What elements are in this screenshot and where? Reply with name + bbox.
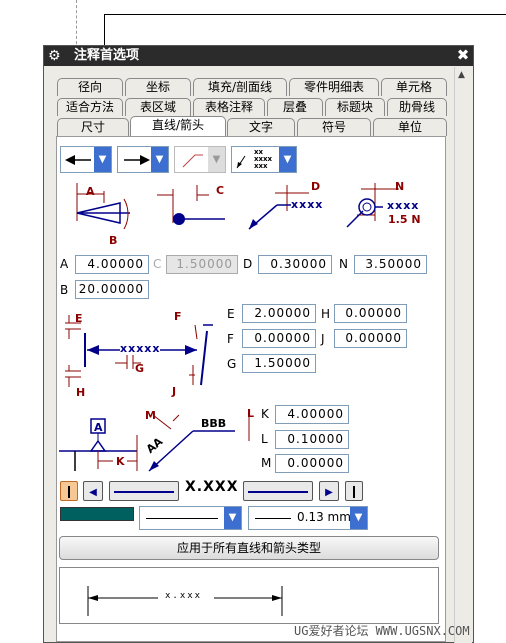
dim-letter-g: G: [135, 362, 145, 375]
line-segment-icon: [114, 490, 174, 493]
right-arrow-type-select[interactable]: ▼: [117, 146, 169, 173]
dim-letter-e: E: [75, 312, 83, 325]
preview-text: x.xxx: [165, 591, 203, 601]
label-c: C: [153, 257, 162, 271]
arrow-left-icon: ◀: [89, 487, 97, 498]
sample-text-xxxx: xxxx: [291, 198, 324, 211]
field-k[interactable]: 4.00000: [275, 405, 349, 424]
field-c: 1.50000: [166, 255, 238, 274]
leader-text-sample: xx xxxx xxx: [254, 148, 273, 170]
leader-text-position-select[interactable]: xx xxxx xxx ▼: [231, 146, 297, 173]
label-g: G: [227, 357, 237, 371]
leader-style-select: ▼: [174, 146, 226, 173]
dim-letter-h: H: [76, 386, 86, 399]
left-arrow-type-select[interactable]: ▼: [60, 146, 112, 173]
extension-line-illustration: [65, 315, 213, 387]
dim-letter-d: D: [311, 180, 321, 193]
datum-box-label: A: [94, 421, 103, 434]
chevron-down-icon[interactable]: ▼: [94, 147, 111, 172]
sample-text-xxxxx: xxxxx: [120, 342, 161, 355]
line-arrow-panel: ▼ ▼ ▼ xx xxxx xxx ▼ A B C D xxxx N xxxx …: [43, 45, 474, 643]
dim-letter-half-n: 1.5 N: [388, 213, 421, 226]
line-width-sample-icon: [255, 518, 291, 519]
field-h[interactable]: 0.00000: [334, 304, 407, 323]
field-j[interactable]: 0.00000: [334, 329, 407, 348]
leader-line-vertical: [104, 14, 105, 46]
label-k: K: [261, 407, 269, 421]
line-font-select[interactable]: ▼: [139, 506, 242, 530]
field-e[interactable]: 2.00000: [242, 304, 316, 323]
dim-letter-a: A: [86, 185, 95, 198]
dim-letter-b: B: [109, 234, 118, 247]
field-g[interactable]: 1.50000: [242, 354, 316, 373]
chevron-down-icon[interactable]: ▼: [350, 507, 367, 529]
label-l: L: [261, 432, 268, 446]
leader-bend-icon: [182, 154, 203, 168]
tab-line-arrow[interactable]: 直线/箭头: [130, 116, 226, 136]
dim-letter-k: K: [116, 455, 125, 468]
label-a: A: [60, 257, 69, 271]
solid-line-icon: [146, 518, 218, 519]
arrow-right-icon: ▶: [325, 487, 333, 498]
dim-format-text: X.XXX: [185, 479, 239, 495]
field-n[interactable]: 3.50000: [354, 255, 427, 274]
label-n: N: [339, 257, 348, 271]
dim-letter-j: J: [172, 385, 177, 398]
chevron-down-icon[interactable]: ▼: [279, 147, 296, 172]
label-m: M: [261, 456, 272, 470]
right-dim-line-toggle[interactable]: [243, 481, 313, 501]
arrow-angle-illustration: [76, 183, 130, 230]
field-f[interactable]: 0.00000: [242, 329, 316, 348]
chevron-down-icon[interactable]: ▼: [224, 507, 241, 529]
line-width-select[interactable]: 0.13 mm ▼: [248, 506, 368, 530]
dim-letter-f: F: [174, 310, 182, 323]
sample-text-xxxx-2: xxxx: [387, 199, 420, 212]
dim-letter-c: C: [216, 184, 225, 197]
label-h: H: [321, 307, 331, 321]
apply-to-all-lines-arrows-button[interactable]: 应用于所有直线和箭头类型: [59, 536, 439, 560]
dim-letter-m: M: [145, 409, 156, 422]
line-segment-icon: [248, 490, 308, 493]
left-extension-toggle[interactable]: [60, 481, 78, 501]
extension-bar-icon: [68, 485, 70, 498]
chevron-down-icon: ▼: [208, 147, 225, 172]
watermark-text: UG爱好者论坛 WWW.UGSNX.COM: [294, 624, 470, 638]
label-f: F: [227, 332, 234, 346]
label-d: D: [243, 257, 253, 271]
line-width-value: 0.13 mm: [297, 510, 351, 524]
label-j: J: [321, 332, 325, 346]
dim-letter-l: L: [247, 407, 255, 420]
left-dim-line-toggle[interactable]: [109, 481, 179, 501]
extension-bar-icon: [353, 485, 355, 498]
right-extension-toggle[interactable]: [345, 481, 363, 501]
field-m[interactable]: 0.00000: [275, 454, 349, 473]
color-swatch[interactable]: [60, 507, 134, 521]
left-arrow-toggle[interactable]: ◀: [83, 481, 103, 501]
right-arrow-icon: [124, 155, 150, 165]
left-arrow-icon: [65, 155, 91, 165]
chevron-down-icon[interactable]: ▼: [151, 147, 168, 172]
dim-letter-n: N: [395, 180, 405, 193]
label-b: B: [60, 283, 69, 297]
preview-area: x.xxx: [59, 567, 439, 624]
field-a[interactable]: 4.00000: [75, 255, 149, 274]
leader-line-horizontal: [104, 14, 506, 15]
field-d[interactable]: 0.30000: [258, 255, 332, 274]
label-e: E: [227, 307, 235, 321]
field-l[interactable]: 0.10000: [275, 430, 349, 449]
field-b[interactable]: 20.00000: [75, 280, 149, 299]
right-arrow-toggle[interactable]: ▶: [319, 481, 339, 501]
sample-text-bbb: BBB: [201, 417, 227, 430]
